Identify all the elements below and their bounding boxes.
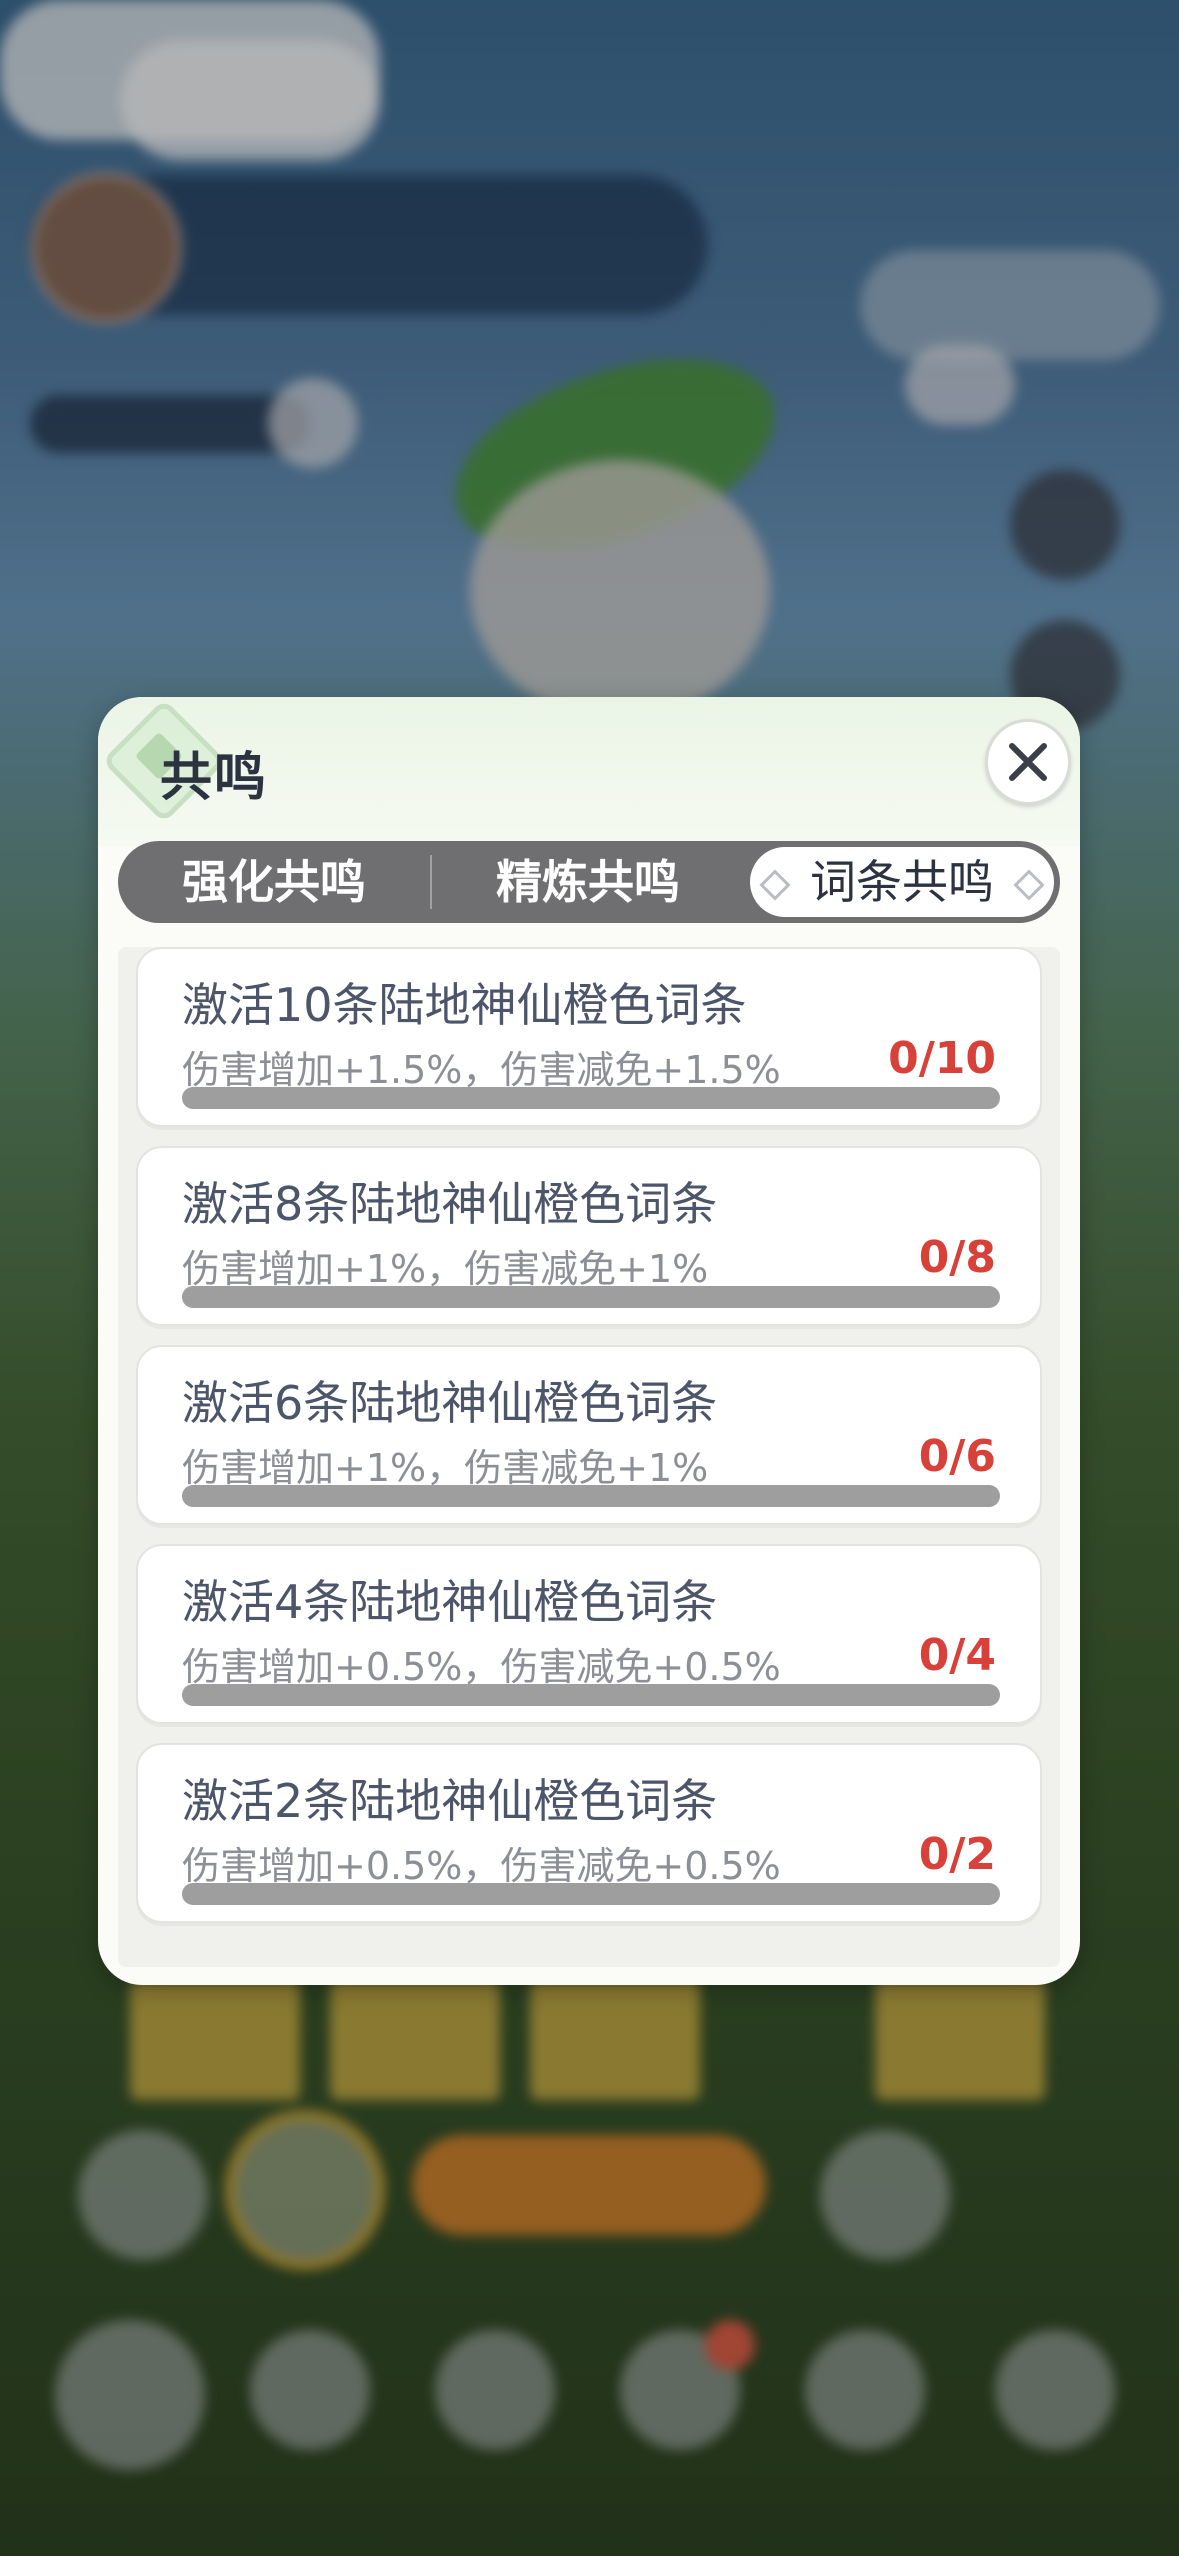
progress-bar: [182, 1286, 1000, 1308]
resonance-dialog: 共鸣 强化共鸣 精炼共鸣 词条共鸣 激活10条陆地神仙橙色词条 伤害增加+1.5…: [98, 697, 1080, 1985]
list-item: 激活8条陆地神仙橙色词条 伤害增加+1%，伤害减免+1% 0/8: [136, 1146, 1042, 1326]
item-description: 伤害增加+1%，伤害减免+1%: [182, 1247, 709, 1291]
item-description: 伤害增加+1.5%，伤害减免+1.5%: [182, 1048, 781, 1092]
tab-affix-resonance[interactable]: 词条共鸣: [750, 847, 1054, 917]
item-title: 激活4条陆地神仙橙色词条: [182, 1575, 718, 1629]
list-item: 激活10条陆地神仙橙色词条 伤害增加+1.5%，伤害减免+1.5% 0/10: [136, 947, 1042, 1127]
progress-bar: [182, 1883, 1000, 1905]
item-count: 0/4: [918, 1630, 996, 1681]
close-icon: [1009, 743, 1047, 781]
item-description: 伤害增加+0.5%，伤害减免+0.5%: [182, 1645, 781, 1689]
list-item: 激活6条陆地神仙橙色词条 伤害增加+1%，伤害减免+1% 0/6: [136, 1345, 1042, 1525]
item-title: 激活2条陆地神仙橙色词条: [182, 1774, 718, 1828]
item-description: 伤害增加+1%，伤害减免+1%: [182, 1446, 709, 1490]
progress-bar: [182, 1087, 1000, 1109]
tab-bar: 强化共鸣 精炼共鸣 词条共鸣: [118, 841, 1060, 923]
progress-bar: [182, 1485, 1000, 1507]
dialog-title: 共鸣: [160, 748, 269, 808]
item-count: 0/10: [888, 1033, 996, 1084]
item-title: 激活6条陆地神仙橙色词条: [182, 1376, 718, 1430]
item-count: 0/6: [918, 1431, 996, 1482]
tab-affix-resonance-label: 词条共鸣: [810, 855, 994, 909]
resonance-list[interactable]: 激活10条陆地神仙橙色词条 伤害增加+1.5%，伤害减免+1.5% 0/10 激…: [118, 947, 1060, 1967]
tab-enhance-resonance[interactable]: 强化共鸣: [118, 841, 430, 923]
item-title: 激活10条陆地神仙橙色词条: [182, 978, 747, 1032]
list-item: 激活4条陆地神仙橙色词条 伤害增加+0.5%，伤害减免+0.5% 0/4: [136, 1544, 1042, 1724]
item-title: 激活8条陆地神仙橙色词条: [182, 1177, 718, 1231]
item-count: 0/2: [918, 1829, 996, 1880]
progress-bar: [182, 1684, 1000, 1706]
item-description: 伤害增加+0.5%，伤害减免+0.5%: [182, 1844, 781, 1888]
close-button[interactable]: [985, 719, 1071, 805]
list-item: 激活2条陆地神仙橙色词条 伤害增加+0.5%，伤害减免+0.5% 0/2: [136, 1743, 1042, 1923]
item-count: 0/8: [918, 1232, 996, 1283]
tab-refine-resonance[interactable]: 精炼共鸣: [432, 841, 744, 923]
